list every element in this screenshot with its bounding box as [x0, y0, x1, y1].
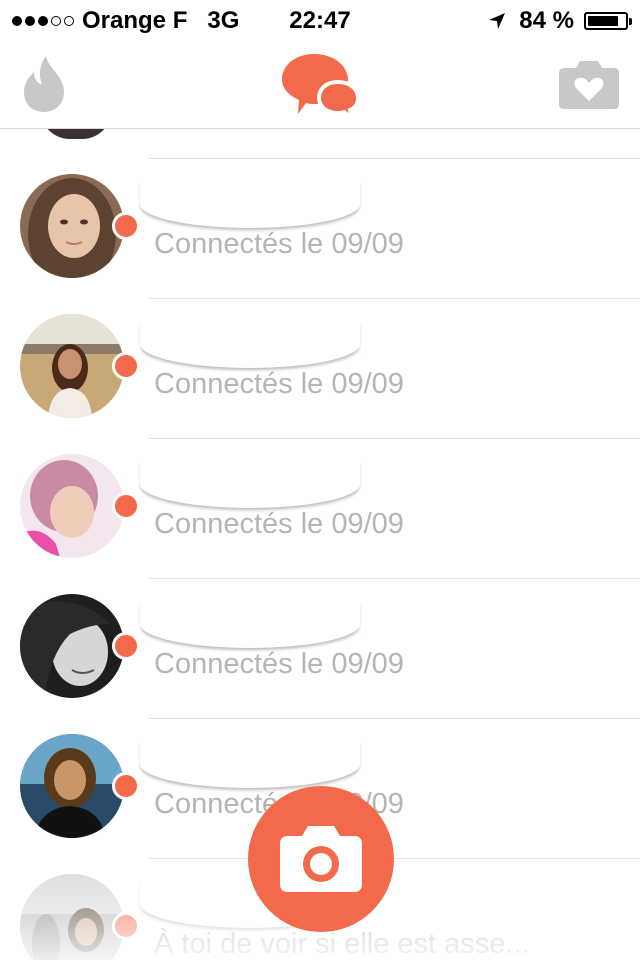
chat-bubbles-icon[interactable]: [280, 52, 360, 120]
divider: [148, 298, 640, 299]
navigation-bar: [0, 40, 640, 129]
unread-badge: [112, 492, 140, 520]
divider: [148, 718, 640, 719]
conversation-subtitle: Connectés le 09/09: [154, 508, 404, 540]
name-placeholder: [140, 180, 360, 228]
conversation-row[interactable]: Connectés le 09/09: [0, 298, 640, 438]
avatar[interactable]: [40, 129, 112, 139]
conversation-subtitle: Connectés le 09/09: [154, 648, 404, 680]
name-placeholder: [140, 320, 360, 368]
divider: [148, 858, 640, 859]
unread-badge: [112, 632, 140, 660]
flame-icon[interactable]: [20, 54, 68, 114]
conversation-row[interactable]: Connectés le 09/09: [0, 578, 640, 718]
conversation-row[interactable]: Connectés le 09/09: [0, 158, 640, 298]
name-placeholder: [140, 460, 360, 508]
camera-button[interactable]: [248, 786, 394, 932]
name-placeholder: [140, 740, 360, 788]
avatar[interactable]: [20, 594, 124, 698]
avatar[interactable]: [20, 174, 124, 278]
camera-icon: [280, 826, 362, 892]
unread-badge: [112, 772, 140, 800]
avatar[interactable]: [20, 314, 124, 418]
avatar[interactable]: [20, 454, 124, 558]
conversation-subtitle: À toi de voir si elle est asse...: [154, 928, 530, 960]
camera-heart-icon[interactable]: [558, 58, 620, 110]
conversation-row[interactable]: Connectés le 09/09: [0, 438, 640, 578]
conversation-subtitle: Connectés le 09/09: [154, 368, 404, 400]
avatar[interactable]: [20, 734, 124, 838]
avatar[interactable]: [20, 874, 124, 960]
unread-badge: [112, 912, 140, 940]
divider: [148, 578, 640, 579]
unread-badge: [112, 352, 140, 380]
location-arrow-icon: [489, 13, 506, 29]
divider: [148, 438, 640, 439]
battery-icon: [584, 12, 632, 30]
conversation-subtitle: Connectés le 09/09: [154, 228, 404, 260]
battery-percentage: 84 %: [519, 7, 574, 34]
unread-badge: [112, 212, 140, 240]
divider: [148, 158, 640, 159]
status-bar: Orange F 3G 22:47 84 %: [0, 0, 640, 40]
name-placeholder: [140, 600, 360, 648]
